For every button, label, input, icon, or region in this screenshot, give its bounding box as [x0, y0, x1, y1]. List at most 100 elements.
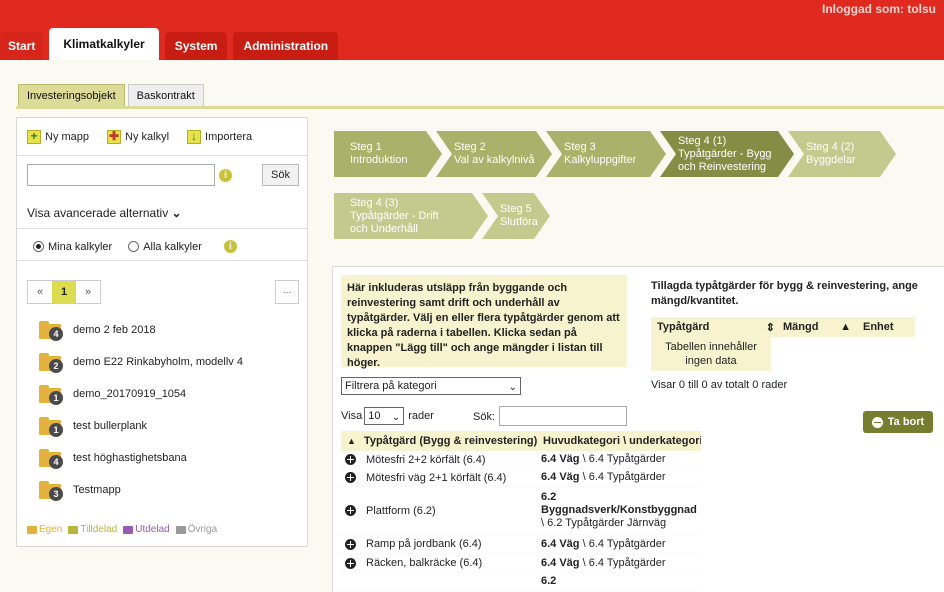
table-search-label: Sök:: [473, 411, 496, 423]
add-circle-icon[interactable]: [345, 538, 356, 550]
folder-icon: 3: [39, 481, 63, 501]
table-row[interactable]: Ramp på jordbank (6.4) 6.4 Väg \ 6.4 Typ…: [341, 535, 701, 554]
chevron-down-icon: ⌄: [171, 206, 182, 220]
table-row[interactable]: Mötesfri väg 2+1 körfält (6.4) 6.4 Väg \…: [341, 469, 701, 487]
page-length-select[interactable]: 10 ⌄: [364, 407, 405, 425]
pagination: « 1 »: [27, 280, 101, 304]
logged-in-user: Inloggad som: tolsu: [822, 2, 936, 16]
folder-list: 4 demo 2 feb 2018 2 demo E22 Rinkabyholm…: [39, 314, 243, 506]
import-button[interactable]: ↓ Importera: [187, 129, 252, 144]
search-input[interactable]: [27, 164, 215, 186]
list-item[interactable]: 1 test bullerplank: [39, 410, 243, 442]
folder-count-badge: 1: [49, 423, 63, 437]
measures-table: ▲ Typåtgärd (Bygg & reinvestering) Huvud…: [341, 431, 701, 591]
step-1[interactable]: Steg 1 Introduktion: [334, 131, 442, 177]
folder-name: Testmapp: [73, 484, 121, 496]
new-calc-button[interactable]: ✚ Ny kalkyl: [107, 128, 170, 144]
advanced-options-toggle[interactable]: Visa avancerade alternativ ⌄: [27, 206, 182, 220]
step-4-3[interactable]: Steg 4 (3) Typåtgärder - Drift och Under…: [334, 193, 488, 239]
more-button[interactable]: ...: [275, 280, 299, 304]
new-calc-icon: ✚: [107, 128, 122, 144]
prev-page-button[interactable]: «: [28, 281, 52, 303]
table-row[interactable]: Plattform (6.2) 6.2 Byggnadsverk/Konstby…: [341, 487, 701, 535]
import-icon: ↓: [187, 129, 202, 144]
folder-icon: 4: [39, 321, 63, 341]
sort-icon: ⇕: [765, 321, 775, 334]
step-label: Byggdelar: [806, 154, 856, 166]
main-nav: Start Klimatkalkyler System Administrati…: [0, 28, 344, 60]
select-value: 10: [368, 410, 381, 422]
folder-name: test höghastighetsbana: [73, 452, 187, 464]
step-4-1[interactable]: Steg 4 (1) Typåtgärder - Bygg och Reinve…: [660, 131, 794, 177]
col-typatgard-bygg[interactable]: ▲ Typåtgärd (Bygg & reinvestering): [341, 435, 541, 447]
subtab-investeringsobjekt[interactable]: Investeringsobjekt: [18, 84, 125, 106]
subtab-baskontrakt[interactable]: Baskontrakt: [127, 84, 204, 106]
sub-category: \ 6.4 Typåtgärder: [579, 537, 666, 550]
list-item[interactable]: 3 Testmapp: [39, 474, 243, 506]
folder-icon: [123, 525, 134, 534]
column-header: Enhet: [863, 321, 894, 333]
tab-klimatkalkyler[interactable]: Klimatkalkyler: [49, 28, 159, 60]
sub-category: \ 6.4 Typåtgärder: [579, 471, 666, 483]
category-filter-select[interactable]: Filtrera på kategori ⌄: [341, 377, 521, 395]
table-row[interactable]: Mötesfri 2+2 körfält (6.4) 6.4 Väg \ 6.4…: [341, 451, 701, 469]
column-header: Huvudkategori \ underkategori: [543, 435, 701, 447]
page-1-button[interactable]: 1: [52, 281, 76, 303]
step-3[interactable]: Steg 3 Kalkyluppgifter: [546, 131, 666, 177]
tab-administration[interactable]: Administration: [233, 32, 339, 60]
new-calc-label: Ny kalkyl: [125, 130, 170, 143]
table-search-input[interactable]: [499, 406, 627, 426]
folder-count-badge: 3: [49, 487, 63, 501]
search-button[interactable]: Sök: [262, 164, 299, 186]
step-4-2[interactable]: Steg 4 (2) Byggdelar: [788, 131, 896, 177]
step-number: Steg 4 (2): [806, 141, 855, 153]
step-2[interactable]: Steg 2 Val av kalkylnivå: [436, 131, 552, 177]
step-label: Typåtgärder - Bygg: [678, 147, 772, 160]
list-item[interactable]: 2 demo E22 Rinkabyholm, modellv 4: [39, 346, 243, 378]
measure-name: Ramp på jordbank (6.4): [366, 538, 482, 550]
tab-system[interactable]: System: [164, 32, 228, 60]
table-row[interactable]: Räcken, balkräcke (6.4) 6.4 Väg \ 6.4 Ty…: [341, 554, 701, 573]
subtab-divider: [16, 106, 944, 109]
folder-icon: 1: [39, 385, 63, 405]
col-enhet[interactable]: Enhet: [857, 321, 915, 333]
sub-category: \ 6.2 Typåtgärder Järnväg: [541, 517, 667, 529]
tab-start[interactable]: Start: [0, 32, 44, 60]
remove-button[interactable]: Ta bort: [863, 411, 933, 433]
col-typatgard[interactable]: Typåtgärd ⇕: [651, 321, 783, 334]
new-folder-label: Ny mapp: [45, 130, 90, 143]
measures-panel: Här inkluderas utsläpp från byggande och…: [332, 266, 944, 592]
radio-all[interactable]: [128, 241, 140, 252]
visa-label: Visa: [341, 410, 363, 422]
add-circle-icon[interactable]: [345, 505, 356, 516]
add-circle-icon[interactable]: [345, 472, 356, 483]
legend-egen: Egen: [27, 524, 62, 535]
info-icon[interactable]: i: [219, 168, 232, 182]
intro-text: Här inkluderas utsläpp från byggande och…: [341, 275, 627, 369]
measure-name: Mötesfri väg 2+1 körfält (6.4): [366, 471, 507, 484]
list-item[interactable]: 1 demo_20170919_1054: [39, 378, 243, 410]
radio-all-label: Alla kalkyler: [143, 240, 202, 253]
folder-icon: [175, 525, 186, 534]
table-row[interactable]: 6.2: [341, 573, 701, 591]
added-table-header: Typåtgärd ⇕ Mängd ▲ Enhet: [651, 317, 915, 337]
list-item[interactable]: 4 test höghastighetsbana: [39, 442, 243, 474]
new-folder-button[interactable]: + Ny mapp: [27, 129, 90, 144]
col-kategori[interactable]: Huvudkategori \ underkategori: [541, 435, 701, 447]
main-category: 6.2 Byggnadsverk/Konstbyggnad: [541, 491, 697, 516]
radio-mine[interactable]: [33, 241, 44, 252]
folder-name: demo 2 feb 2018: [73, 324, 156, 336]
add-circle-icon[interactable]: [345, 454, 356, 465]
sub-tabs: Investeringsobjekt Baskontrakt: [18, 84, 207, 106]
step-label: Introduktion: [350, 154, 408, 166]
main-category: 6.4 Väg: [541, 537, 580, 550]
col-mangd[interactable]: Mängd ▲: [783, 321, 857, 333]
info-icon[interactable]: i: [223, 240, 237, 253]
divider: [17, 260, 307, 261]
next-page-button[interactable]: »: [76, 281, 100, 303]
legend-ovriga: Övriga: [175, 524, 217, 535]
folder-count-badge: 1: [49, 391, 63, 405]
list-item[interactable]: 4 demo 2 feb 2018: [39, 314, 243, 346]
add-circle-icon[interactable]: [345, 557, 356, 569]
legend-label: Utdelad: [135, 524, 170, 535]
